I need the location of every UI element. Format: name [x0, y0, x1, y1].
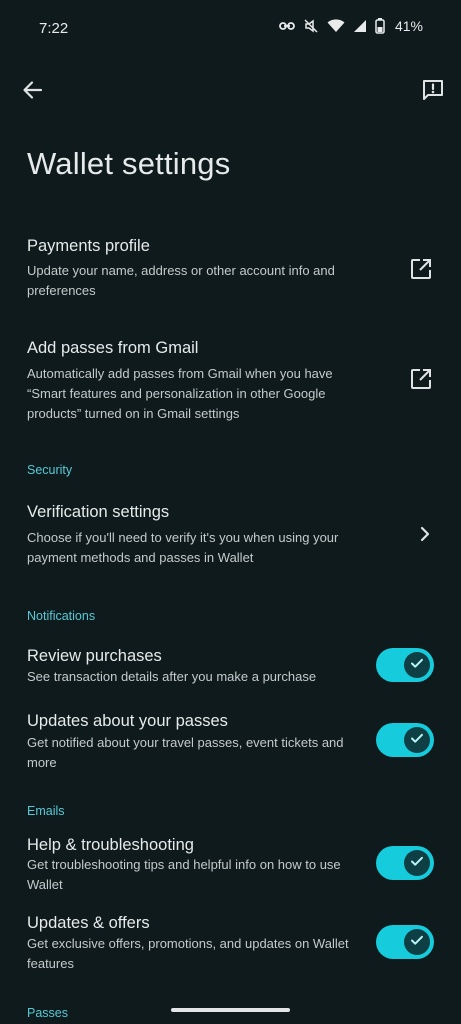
status-time: 7:22	[39, 20, 69, 37]
updates-offers-desc: Get exclusive offers, promotions, and up…	[27, 936, 349, 971]
updates-passes-toggle[interactable]	[376, 723, 434, 757]
help-troubleshooting-title: Help & troubleshooting	[27, 836, 194, 854]
updates-offers-toggle[interactable]	[376, 925, 434, 959]
check-icon	[410, 933, 424, 952]
verification-settings-row[interactable]: Verification settings Choose if you'll n…	[0, 491, 461, 581]
verification-settings-desc: Choose if you'll need to verify it's you…	[27, 530, 339, 565]
review-purchases-desc: See transaction details after you make a…	[27, 669, 317, 684]
page-title: Wallet settings	[27, 146, 231, 181]
review-purchases-toggle[interactable]	[376, 648, 434, 682]
feedback-icon	[421, 78, 445, 107]
gesture-nav-bar[interactable]	[171, 1008, 290, 1012]
updates-passes-title: Updates about your passes	[27, 712, 228, 730]
battery-icon	[375, 18, 385, 34]
open-external-icon	[409, 367, 433, 391]
chevron-right-icon	[413, 522, 437, 546]
toggle-knob	[404, 727, 430, 753]
toggle-knob	[404, 850, 430, 876]
wifi-icon	[327, 19, 345, 33]
help-troubleshooting-toggle[interactable]	[376, 846, 434, 880]
toggle-knob	[404, 652, 430, 678]
back-arrow-icon	[21, 79, 43, 106]
section-header-passes: Passes	[27, 1006, 68, 1020]
mute-icon	[303, 18, 319, 34]
review-purchases-title: Review purchases	[27, 647, 162, 665]
cell-signal-icon	[353, 19, 367, 33]
payments-profile-row[interactable]: Payments profile Update your name, addre…	[0, 225, 461, 317]
section-header-security: Security	[27, 463, 73, 477]
help-troubleshooting-row[interactable]: Help & troubleshooting Get troubleshooti…	[0, 824, 461, 900]
help-troubleshooting-desc: Get troubleshooting tips and helpful inf…	[27, 857, 341, 892]
updates-passes-desc: Get notified about your travel passes, e…	[27, 735, 344, 770]
payments-profile-desc: Update your name, address or other accou…	[27, 263, 335, 298]
check-icon	[410, 731, 424, 750]
status-icons: 41%	[279, 18, 423, 34]
add-passes-gmail-desc: Automatically add passes from Gmail when…	[27, 366, 333, 421]
check-icon	[410, 656, 424, 675]
updates-passes-row[interactable]: Updates about your passes Get notified a…	[0, 700, 461, 778]
feedback-button[interactable]	[413, 72, 453, 112]
battery-percent: 41%	[394, 18, 423, 34]
updates-offers-title: Updates & offers	[27, 914, 150, 932]
review-purchases-row[interactable]: Review purchases See transaction details…	[0, 636, 461, 694]
toggle-knob	[404, 929, 430, 955]
add-passes-gmail-row[interactable]: Add passes from Gmail Automatically add …	[0, 327, 461, 427]
add-passes-gmail-title: Add passes from Gmail	[27, 339, 199, 357]
payments-profile-title: Payments profile	[27, 237, 150, 255]
section-header-notifications: Notifications	[27, 609, 96, 623]
updates-offers-row[interactable]: Updates & offers Get exclusive offers, p…	[0, 902, 461, 978]
check-icon	[410, 854, 424, 873]
back-button[interactable]	[12, 72, 52, 112]
open-external-icon	[409, 257, 433, 281]
status-bar: 7:22 41%	[0, 0, 461, 56]
section-header-emails: Emails	[27, 804, 65, 818]
link-icon	[279, 20, 295, 32]
verification-settings-title: Verification settings	[27, 503, 170, 521]
